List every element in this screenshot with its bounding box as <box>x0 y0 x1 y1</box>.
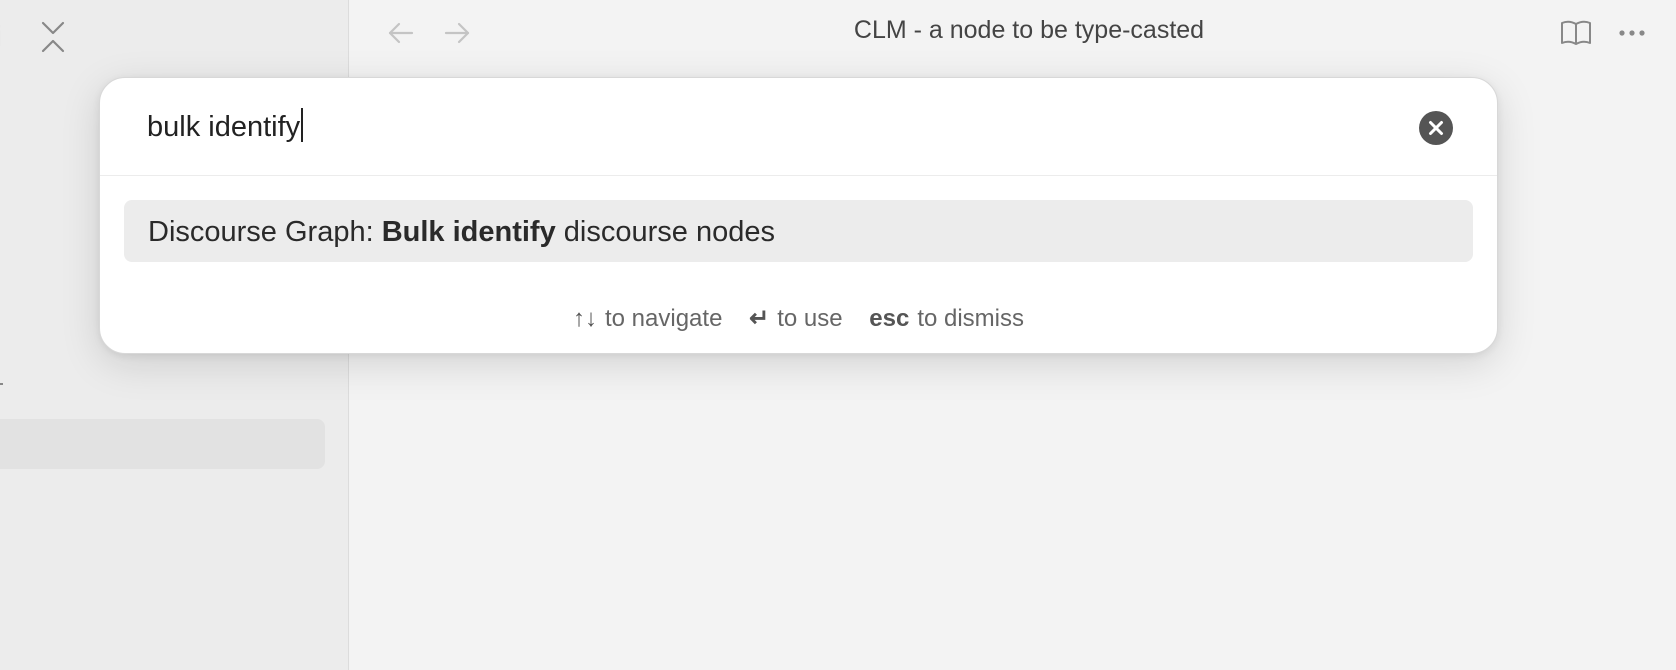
app-window: j CLM - a node to be type-casted <box>0 0 1676 670</box>
palette-query-text: bulk identify <box>147 111 301 143</box>
sidebar-divider-mark <box>0 383 3 385</box>
sidebar-item-active[interactable] <box>0 419 325 469</box>
hint-dismiss: esc to dismiss <box>869 305 1024 333</box>
hint-key-dismiss: esc <box>869 305 910 332</box>
result-match: Bulk identify <box>381 216 556 248</box>
result-prefix: Discourse Graph: <box>148 216 382 248</box>
hint-key-use: ↵ <box>749 305 770 332</box>
result-suffix: discourse nodes <box>555 216 775 248</box>
palette-search-row: bulk identify <box>100 78 1497 176</box>
hint-key-navigate: ↑↓ <box>573 305 597 332</box>
hint-label-use: to use <box>777 305 843 332</box>
hint-navigate: ↑↓ to navigate <box>573 305 722 333</box>
hint-use: ↵ to use <box>749 304 843 333</box>
hint-label-navigate: to navigate <box>605 305 723 332</box>
command-palette: bulk identify Discourse Graph: Bulk iden… <box>99 77 1498 354</box>
palette-search-input[interactable]: bulk identify <box>147 108 304 144</box>
palette-result-item[interactable]: Discourse Graph: Bulk identify discourse… <box>124 200 1473 262</box>
arrow-left-icon[interactable] <box>386 18 416 48</box>
palette-hints: ↑↓ to navigate ↵ to use esc to dismiss <box>100 304 1497 333</box>
hint-label-dismiss: to dismiss <box>917 305 1024 332</box>
more-horizontal-icon[interactable] <box>1615 16 1649 50</box>
text-caret <box>301 108 304 142</box>
page-title: CLM - a node to be type-casted <box>853 16 1205 44</box>
close-circle-icon[interactable] <box>1419 111 1453 145</box>
palette-result-label: Discourse Graph: Bulk identify discourse… <box>148 216 775 249</box>
book-open-icon[interactable] <box>1559 16 1593 50</box>
arrow-right-icon[interactable] <box>442 18 472 48</box>
chevrons-collapse-icon[interactable] <box>40 20 66 54</box>
sidebar-edge-glyph: j <box>0 20 6 50</box>
